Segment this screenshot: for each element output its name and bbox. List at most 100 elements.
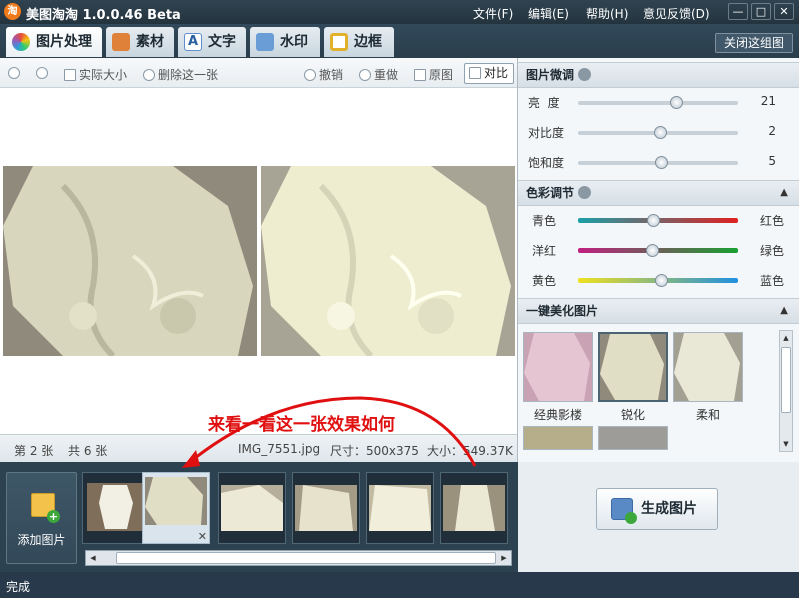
delete-image-button[interactable]: 删除这一张 [143, 66, 218, 83]
contrast-track[interactable] [578, 126, 738, 139]
effect-soft[interactable] [673, 332, 743, 402]
app-logo-icon: 淘 [4, 3, 21, 20]
scroll-right-icon[interactable]: ▶ [497, 551, 511, 565]
zoom-out-icon[interactable] [36, 66, 51, 80]
effect-classic-studio[interactable] [523, 332, 593, 402]
film-thumb[interactable] [82, 472, 150, 544]
color-adjust-header[interactable]: 色彩调节 ▲ [518, 180, 799, 206]
close-button[interactable]: ✕ [774, 3, 794, 20]
collapse-toggle-icon[interactable]: ▲ [780, 181, 788, 205]
cyan-label: 青色 [532, 214, 557, 228]
reset-icon[interactable] [578, 186, 592, 199]
scroll-up-icon[interactable]: ▲ [780, 331, 792, 345]
tab-material[interactable]: 素材 [106, 27, 174, 57]
film-thumb[interactable] [366, 472, 434, 544]
contrast-label: 对比度 [528, 126, 565, 140]
filmstrip: ✕ [82, 470, 512, 544]
contrast-slider[interactable]: 对比度 2 [518, 118, 799, 146]
adjust-panel: 图片微调 亮 度 21 对比度 2 饱和度 5 色彩调节 ▲ 青色 红色 洋红 … [517, 58, 799, 462]
palette-icon [12, 33, 30, 51]
compare-button[interactable]: 对比 [463, 63, 514, 84]
film-thumb[interactable] [292, 472, 360, 544]
generate-image-button[interactable]: 生成图片 [596, 488, 718, 530]
saturation-knob[interactable] [655, 156, 669, 169]
bottom-bar: 添加图片 ✕ ◀ ▶ 生成图片 [0, 462, 799, 572]
undo-icon [304, 69, 316, 81]
menu-file[interactable]: 文件(F) [473, 5, 513, 22]
film-thumb[interactable] [218, 472, 286, 544]
tab-text[interactable]: A 文字 [178, 27, 246, 57]
tab-label: 边框 [354, 34, 382, 50]
tab-label: 图片处理 [36, 34, 92, 50]
tab-watermark[interactable]: 水印 [250, 27, 320, 57]
saturation-label: 饱和度 [528, 156, 565, 170]
reset-icon[interactable] [578, 68, 592, 81]
film-thumb[interactable] [440, 472, 508, 544]
cyan-red-knob[interactable] [647, 214, 661, 227]
yellow-blue-track[interactable] [578, 274, 738, 287]
fine-tune-header[interactable]: 图片微调 [518, 62, 799, 88]
status-text: 完成 [6, 580, 31, 594]
original-label: 原图 [429, 68, 454, 82]
redo-button[interactable]: 重做 [359, 66, 398, 83]
effect-grid: 经典影楼 锐化 柔和 [518, 330, 780, 450]
scroll-down-icon[interactable]: ▼ [780, 437, 792, 451]
compare-label: 对比 [483, 66, 508, 80]
one-click-header[interactable]: 一键美化图片 ▲ [518, 298, 799, 324]
effect-more-2[interactable] [598, 426, 668, 450]
saturation-track[interactable] [578, 156, 738, 169]
fine-tune-title: 图片微调 [526, 68, 575, 82]
annotation-text: 来看一看这一张效果如何 [208, 415, 395, 435]
menu-edit[interactable]: 编辑(E) [528, 5, 569, 22]
undo-button[interactable]: 撤销 [304, 66, 343, 83]
film-thumb-selected[interactable]: ✕ [142, 472, 210, 544]
effect-more-1[interactable] [523, 426, 593, 450]
magenta-green-knob[interactable] [645, 244, 659, 257]
magenta-green-track[interactable] [578, 244, 738, 257]
tab-image-process[interactable]: 图片处理 [6, 27, 102, 57]
original-button[interactable]: 原图 [414, 66, 453, 83]
tab-frame[interactable]: 边框 [324, 27, 394, 57]
effect-sharpen[interactable] [598, 332, 668, 402]
cyan-red-track[interactable] [578, 214, 738, 227]
image-info-bar: 第 2 张 共 6 张 IMG_7551.jpg 尺寸：500x375 大小：5… [0, 434, 517, 462]
image-workspace: 实际大小 删除这一张 撤销 重做 原图 对比 来看一看这一张效果如何 第 2 张… [0, 58, 517, 462]
menu-feedback[interactable]: 意见反馈(D) [643, 5, 710, 22]
text-a-icon: A [184, 33, 202, 51]
brightness-slider[interactable]: 亮 度 21 [518, 88, 799, 116]
minimize-button[interactable]: — [728, 3, 748, 20]
image-total: 共 6 张 [68, 444, 108, 458]
image-index: 第 2 张 [14, 444, 54, 458]
red-label: 红色 [759, 214, 784, 228]
yellow-blue-knob[interactable] [655, 274, 669, 287]
actual-size-button[interactable]: 实际大小 [64, 66, 127, 83]
cyan-red-slider[interactable]: 青色 红色 [518, 206, 799, 234]
filmstrip-scrollbar[interactable]: ◀ ▶ [85, 550, 512, 566]
scrollbar-thumb[interactable] [781, 347, 791, 413]
delete-label: 删除这一张 [158, 68, 219, 82]
blue-label: 蓝色 [759, 274, 784, 288]
magenta-green-slider[interactable]: 洋红 绿色 [518, 236, 799, 264]
maximize-button[interactable]: □ [751, 3, 771, 20]
main-tab-bar: 图片处理 素材 A 文字 水印 边框 关闭这组图 [0, 24, 799, 58]
yellow-blue-slider[interactable]: 黄色 蓝色 [518, 266, 799, 294]
close-group-button[interactable]: 关闭这组图 [714, 33, 793, 53]
saturation-slider[interactable]: 饱和度 5 [518, 148, 799, 176]
scroll-left-icon[interactable]: ◀ [86, 551, 100, 565]
color-adjust-title: 色彩调节 [526, 186, 575, 200]
effect-scrollbar[interactable]: ▲ ▼ [779, 330, 793, 452]
zoom-in-icon[interactable] [8, 66, 23, 80]
brightness-knob[interactable] [669, 96, 683, 109]
watermark-icon [256, 33, 274, 51]
scrollbar-thumb[interactable] [116, 552, 496, 564]
collapse-toggle-icon[interactable]: ▲ [780, 299, 788, 323]
add-image-button[interactable]: 添加图片 [6, 472, 77, 564]
remove-thumb-icon[interactable]: ✕ [198, 530, 207, 543]
generate-icon [611, 498, 637, 524]
effect-photo [261, 166, 515, 356]
menu-help[interactable]: 帮助(H) [586, 5, 628, 22]
brightness-track[interactable] [578, 96, 738, 109]
compare-icon [468, 67, 481, 79]
contrast-knob[interactable] [653, 126, 667, 139]
effect-label: 柔和 [695, 408, 720, 422]
